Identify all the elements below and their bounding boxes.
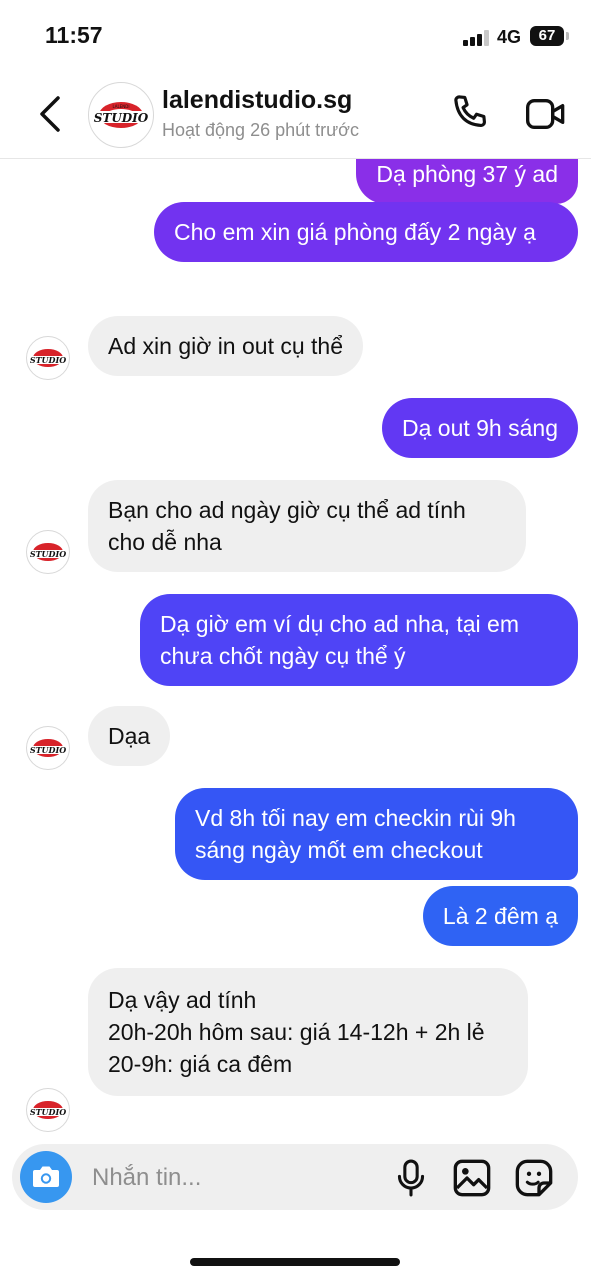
message-bubble-sent[interactable]: Vd 8h tối nay em checkin rùi 9h sáng ngà… bbox=[175, 788, 578, 880]
chevron-left-icon[interactable] bbox=[34, 92, 70, 136]
video-camera-icon[interactable] bbox=[524, 94, 568, 134]
studio-logo-icon: STUDIO bbox=[30, 1101, 66, 1119]
message-composer bbox=[12, 1144, 578, 1210]
sender-avatar[interactable]: STUDIO bbox=[26, 1088, 70, 1132]
sticker-icon[interactable] bbox=[514, 1158, 554, 1198]
battery-indicator: 67 bbox=[530, 26, 569, 46]
studio-logo-icon: STUDIO bbox=[30, 543, 66, 561]
message-bubble-received[interactable]: Bạn cho ad ngày giờ cụ thể ad tính cho d… bbox=[88, 480, 526, 572]
sender-avatar[interactable]: STUDIO bbox=[26, 336, 70, 380]
studio-logo-icon: STUDIO LALENDI bbox=[94, 102, 149, 128]
message-bubble-sent[interactable]: Dạ giờ em ví dụ cho ad nha, tại em chưa … bbox=[140, 594, 578, 686]
studio-logo-icon: STUDIO bbox=[30, 739, 66, 757]
status-bar: 11:57 4G 67 bbox=[0, 0, 591, 70]
home-indicator bbox=[190, 1258, 400, 1266]
avatar[interactable]: STUDIO LALENDI bbox=[88, 82, 154, 148]
avatar-logo-text: STUDIO bbox=[94, 111, 149, 125]
svg-text:STUDIO: STUDIO bbox=[30, 549, 66, 559]
message-bubble-sent[interactable]: Dạ phòng 37 ý ad bbox=[356, 158, 578, 204]
chat-header: STUDIO LALENDI lalendistudio.sg Hoạt độn… bbox=[0, 70, 591, 159]
microphone-icon[interactable] bbox=[392, 1158, 430, 1198]
svg-text:STUDIO: STUDIO bbox=[30, 355, 66, 365]
message-bubble-sent[interactable]: Dạ out 9h sáng bbox=[381, 398, 578, 458]
status-time: 11:57 bbox=[45, 22, 103, 48]
message-bubble-received[interactable]: Dạ vậy ad tính 20h-20h hôm sau: giá 14-1… bbox=[88, 968, 528, 1096]
message-list[interactable]: Dạ phòng 37 ý ad Cho em xin giá phòng đấ… bbox=[0, 158, 591, 1140]
chat-title[interactable]: lalendistudio.sg bbox=[162, 86, 352, 115]
camera-button[interactable] bbox=[20, 1151, 72, 1203]
studio-logo-icon: STUDIO bbox=[30, 349, 66, 367]
camera-icon bbox=[33, 1166, 59, 1187]
sender-avatar[interactable]: STUDIO bbox=[26, 530, 70, 574]
sender-avatar[interactable]: STUDIO bbox=[26, 726, 70, 770]
svg-text:STUDIO: STUDIO bbox=[30, 1107, 66, 1117]
phone-icon[interactable] bbox=[448, 92, 490, 134]
message-input[interactable] bbox=[90, 1158, 374, 1198]
message-bubble-received[interactable]: Dạa bbox=[88, 706, 171, 766]
avatar-logo-small-text: LALENDI bbox=[112, 104, 129, 109]
message-bubble-sent[interactable]: Cho em xin giá phòng đấy 2 ngày ạ bbox=[154, 202, 578, 262]
svg-text:STUDIO: STUDIO bbox=[30, 745, 66, 755]
image-icon[interactable] bbox=[452, 1158, 492, 1198]
message-bubble-received[interactable]: Ad xin giờ in out cụ thể bbox=[88, 316, 363, 376]
active-status: Hoạt động 26 phút trước bbox=[162, 120, 359, 140]
network-type: 4G bbox=[497, 27, 522, 47]
cellular-signal-icon bbox=[463, 30, 493, 46]
message-bubble-sent[interactable]: Là 2 đêm ạ bbox=[422, 886, 578, 946]
